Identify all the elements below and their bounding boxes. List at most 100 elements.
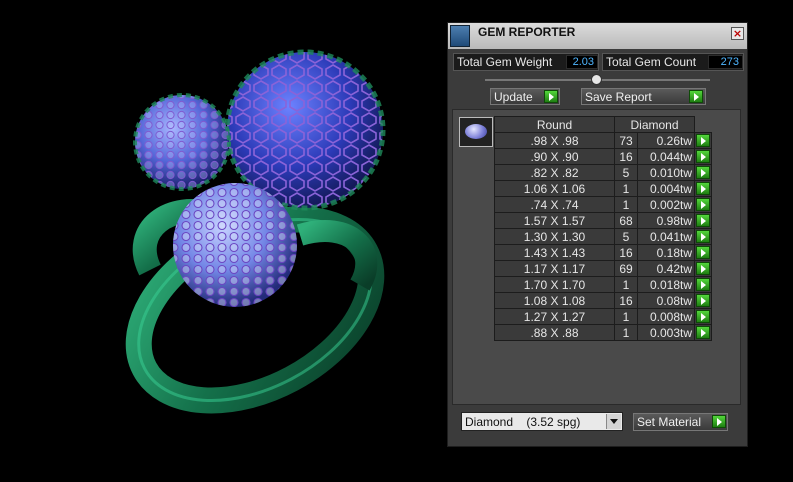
play-arrow-icon [544,90,558,103]
row-select-button[interactable] [694,260,712,277]
table-row[interactable]: 1.30 X 1.30 5 0.041tw [494,228,712,245]
gem-size: .82 X .82 [494,164,615,181]
gem-sphere-small [133,93,231,191]
play-arrow-icon [696,198,710,211]
gem-weight: 0.041tw [637,228,695,245]
row-select-button[interactable] [694,228,712,245]
play-arrow-icon [696,166,710,179]
title-bar[interactable]: GEM REPORTER × [448,23,747,49]
gem-weight: 0.008tw [637,308,695,325]
gem-count: 16 [614,292,638,309]
gem-count: 1 [614,276,638,293]
gem-count: 1 [614,308,638,325]
gem-weight: 0.18tw [637,244,695,261]
total-gem-weight-value: 2.03 [566,55,598,69]
round-gem-icon [465,124,487,139]
row-select-button[interactable] [694,212,712,229]
row-select-button[interactable] [694,196,712,213]
material-dropdown-value: Diamond (3.52 spg) [465,415,581,429]
play-arrow-icon [696,230,710,243]
gem-size: 1.27 X 1.27 [494,308,615,325]
material-dropdown[interactable]: Diamond (3.52 spg) [461,412,623,431]
gem-weight: 0.044tw [637,148,695,165]
gem-sphere-large [224,49,386,211]
gem-size: .98 X .98 [494,132,615,149]
row-select-button[interactable] [694,180,712,197]
set-material-button-label: Set Material [637,415,702,429]
row-select-button[interactable] [694,132,712,149]
play-arrow-icon [696,278,710,291]
table-row[interactable]: 1.27 X 1.27 1 0.008tw [494,308,712,325]
table-row[interactable]: 1.70 X 1.70 1 0.018tw [494,276,712,293]
gem-weight: 0.004tw [637,180,695,197]
table-row[interactable]: .88 X .88 1 0.003tw [494,324,712,341]
gem-size: 1.43 X 1.43 [494,244,615,261]
table-row[interactable]: 1.43 X 1.43 16 0.18tw [494,244,712,261]
table-row[interactable]: 1.57 X 1.57 68 0.98tw [494,212,712,229]
play-arrow-icon [696,134,710,147]
gem-count: 5 [614,164,638,181]
gem-size: 1.08 X 1.08 [494,292,615,309]
row-select-button[interactable] [694,244,712,261]
row-select-button[interactable] [694,276,712,293]
row-select-button[interactable] [694,324,712,341]
panel-title: GEM REPORTER [478,25,576,39]
update-button-label: Update [494,90,533,104]
slider-handle[interactable] [591,74,602,85]
table-row[interactable]: .90 X .90 16 0.044tw [494,148,712,165]
play-arrow-icon [689,90,703,103]
gem-reporter-icon [450,25,470,47]
gem-size: 1.30 X 1.30 [494,228,615,245]
column-header-shape: Round [494,116,615,133]
total-gem-weight-label: Total Gem Weight [457,55,553,69]
gem-size: 1.06 X 1.06 [494,180,615,197]
gem-size: .74 X .74 [494,196,615,213]
play-arrow-icon [712,415,726,428]
3d-viewport[interactable] [0,0,445,477]
row-select-button[interactable] [694,308,712,325]
gem-weight: 0.002tw [637,196,695,213]
table-row[interactable]: 1.17 X 1.17 69 0.42tw [494,260,712,277]
table-row[interactable]: .98 X .98 73 0.26tw [494,132,712,149]
total-gem-count-label: Total Gem Count [606,55,697,69]
gem-size: .88 X .88 [494,324,615,341]
gem-weight: 0.010tw [637,164,695,181]
header-spacer [695,117,712,133]
update-button[interactable]: Update [490,88,560,105]
gem-weight: 0.003tw [637,324,695,341]
save-report-button[interactable]: Save Report [581,88,706,105]
gem-count: 16 [614,244,638,261]
gem-shape-thumbnail[interactable] [459,117,493,147]
table-row[interactable]: .82 X .82 5 0.010tw [494,164,712,181]
play-arrow-icon [696,326,710,339]
gem-count: 1 [614,196,638,213]
total-gem-weight: Total Gem Weight 2.03 [453,53,599,71]
save-report-button-label: Save Report [585,90,652,104]
set-material-button[interactable]: Set Material [633,413,728,431]
total-gem-count: Total Gem Count 273 [602,53,744,71]
gem-reporter-panel: GEM REPORTER × Total Gem Weight 2.03 Tot… [447,22,748,447]
row-select-button[interactable] [694,148,712,165]
gem-size: 1.17 X 1.17 [494,260,615,277]
ring-render [125,49,386,414]
gem-weight: 0.08tw [637,292,695,309]
gem-list-area[interactable]: Round Diamond .98 X .98 73 0.26tw .90 X .9… [452,109,741,405]
gem-weight: 0.26tw [637,132,695,149]
gem-size: .90 X .90 [494,148,615,165]
chevron-down-icon[interactable] [606,414,621,429]
gem-count: 73 [614,132,638,149]
gem-count: 5 [614,228,638,245]
row-select-button[interactable] [694,292,712,309]
gem-weight: 0.42tw [637,260,695,277]
row-select-button[interactable] [694,164,712,181]
gem-sphere-front [173,183,297,307]
gem-size: 1.70 X 1.70 [494,276,615,293]
play-arrow-icon [696,310,710,323]
table-row[interactable]: 1.08 X 1.08 16 0.08tw [494,292,712,309]
play-arrow-icon [696,182,710,195]
table-row[interactable]: .74 X .74 1 0.002tw [494,196,712,213]
total-gem-count-value: 273 [708,55,743,69]
close-button[interactable]: × [731,27,744,40]
table-row[interactable]: 1.06 X 1.06 1 0.004tw [494,180,712,197]
play-arrow-icon [696,294,710,307]
